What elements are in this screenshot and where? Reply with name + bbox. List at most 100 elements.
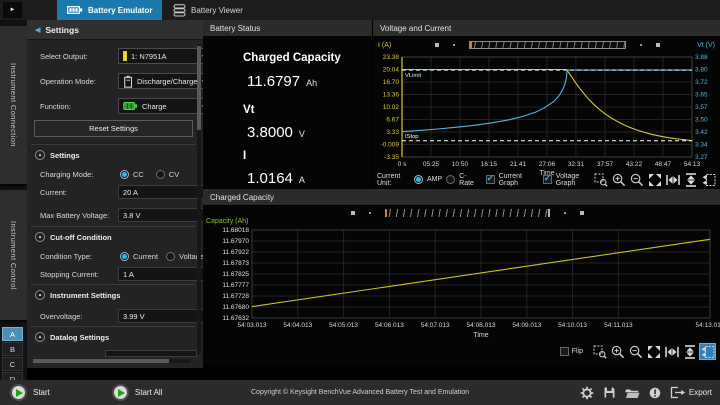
- rail-instrument-connection[interactable]: Instrument Connection: [0, 26, 27, 184]
- function-value: Charge: [142, 102, 167, 111]
- stopping-current-row: Stopping Current: 1 A: [40, 266, 197, 282]
- zoom-region-icon[interactable]: [592, 344, 607, 359]
- charged-capacity-title: Charged Capacity: [210, 193, 274, 202]
- copyright-text: Copyright © Keysight BenchVue Advanced B…: [251, 389, 469, 396]
- current-unit-label: Current Unit:: [377, 173, 410, 187]
- collapse-icon: ▴: [35, 150, 45, 160]
- channel-tab-a[interactable]: A: [2, 327, 23, 341]
- select-output-row: Select Output: 1: N7951A ▾: [40, 48, 197, 64]
- error-log-icon[interactable]: [649, 387, 661, 399]
- channel-tab-b[interactable]: B: [2, 342, 23, 356]
- left-rail: Instrument Connection Instrument Control…: [0, 20, 27, 380]
- svg-text:11.67680: 11.67680: [222, 304, 249, 311]
- flip-checkbox[interactable]: [560, 347, 569, 356]
- svg-text:54:13: 54:13: [684, 161, 701, 168]
- auto-track-icon[interactable]: [701, 172, 716, 187]
- current-graph-label: Current Graph: [499, 173, 536, 187]
- zoom-in-icon[interactable]: [611, 172, 626, 187]
- voltage-graph-checkbox[interactable]: [543, 175, 552, 184]
- reset-settings-button[interactable]: Reset Settings: [34, 120, 193, 137]
- vt-label: Vt: [243, 104, 255, 116]
- open-folder-icon[interactable]: [625, 387, 640, 399]
- section-settings[interactable]: ▴ Settings: [35, 150, 80, 160]
- auto-track-icon[interactable]: [700, 344, 715, 359]
- charged-capacity-chart[interactable]: 54:03.01354:04.01354:05.01354:06.01354:0…: [203, 226, 720, 344]
- cap-controls-row: Flip: [560, 344, 715, 359]
- fit-horizontal-icon[interactable]: [664, 344, 679, 359]
- settings-horizontal-scrollbar[interactable]: [33, 359, 191, 363]
- zoom-out-icon[interactable]: [628, 344, 643, 359]
- fit-horizontal-icon[interactable]: [665, 172, 680, 187]
- function-row: Function: Charge ▾: [40, 98, 197, 114]
- radio-voltage[interactable]: [166, 252, 175, 261]
- battery-icon: [67, 5, 83, 15]
- section-cutoff[interactable]: ▴ Cut-off Condition: [35, 232, 112, 242]
- radio-current[interactable]: [120, 252, 129, 261]
- expand-menu-button[interactable]: ►: [3, 2, 22, 18]
- svg-text:54:06.013: 54:06.013: [375, 322, 404, 329]
- output-color-icon: [123, 51, 127, 61]
- stopping-current-input[interactable]: 1 A: [118, 267, 203, 281]
- fit-all-icon[interactable]: [646, 344, 661, 359]
- radio-cv[interactable]: [156, 170, 165, 179]
- overvoltage-value: 3.99 V: [123, 312, 145, 321]
- vc-range-scrollbar[interactable]: [435, 41, 660, 49]
- rail-instrument-control[interactable]: Instrument Control: [0, 190, 27, 320]
- section-instrument[interactable]: ▴ Instrument Settings: [35, 290, 120, 300]
- radio-cc[interactable]: [120, 170, 129, 179]
- channel-tab-c[interactable]: C: [2, 357, 23, 371]
- svg-text:3.88: 3.88: [695, 54, 708, 61]
- svg-text:6.67: 6.67: [386, 117, 399, 124]
- section-instrument-title: Instrument Settings: [50, 291, 120, 300]
- svg-text:3.80: 3.80: [695, 67, 708, 74]
- fit-vertical-icon[interactable]: [682, 344, 697, 359]
- battery-emulator-app: ► Battery Emulator Battery Viewer Instru…: [0, 0, 720, 405]
- settings-panel-header[interactable]: ◀ Settings: [27, 20, 203, 40]
- vc-controls-row: Current Unit: AMP C-Rate Current Graph V…: [377, 172, 716, 187]
- fit-all-icon[interactable]: [647, 172, 662, 187]
- collapse-left-icon: ◀: [35, 26, 40, 34]
- max-battery-voltage-label: Max Battery Voltage:: [40, 211, 109, 220]
- select-output-dropdown[interactable]: 1: N7951A ▾: [118, 48, 203, 64]
- svg-text:11.67632: 11.67632: [222, 315, 249, 322]
- settings-vertical-scrollbar[interactable]: [197, 44, 201, 354]
- zoom-in-icon[interactable]: [610, 344, 625, 359]
- svg-text:54:07.013: 54:07.013: [421, 322, 450, 329]
- unit-v: V: [299, 129, 305, 139]
- radio-c-rate[interactable]: [446, 175, 455, 184]
- svg-text:11.67970: 11.67970: [222, 238, 249, 245]
- start-button[interactable]: Start: [10, 384, 50, 401]
- svg-text:13.36: 13.36: [383, 92, 400, 99]
- cap-range-scrollbar[interactable]: [351, 209, 584, 217]
- tab-battery-viewer-label: Battery Viewer: [191, 6, 243, 15]
- section-settings-title: Settings: [50, 151, 80, 160]
- save-icon[interactable]: [603, 386, 616, 399]
- play-icon: [10, 384, 27, 401]
- svg-text:05:25: 05:25: [423, 161, 440, 168]
- fit-vertical-icon[interactable]: [683, 172, 698, 187]
- function-dropdown[interactable]: Charge ▾: [118, 98, 203, 114]
- overvoltage-input[interactable]: 3.99 V: [118, 309, 203, 323]
- operation-mode-dropdown[interactable]: Discharge/Charge ▾: [118, 73, 203, 89]
- voltage-current-chart[interactable]: 0 s05:2510:5016:1521:4127:0632:3137:5743…: [374, 53, 719, 175]
- channel-tab-a-label: A: [10, 330, 15, 339]
- export-button[interactable]: Export: [670, 386, 712, 399]
- zoom-region-icon[interactable]: [593, 172, 608, 187]
- radio-amp[interactable]: [414, 175, 423, 184]
- current-input[interactable]: 20 A: [118, 185, 203, 199]
- tab-battery-emulator[interactable]: Battery Emulator: [57, 0, 162, 20]
- current-graph-checkbox[interactable]: [486, 175, 495, 184]
- max-battery-voltage-input[interactable]: 3.8 V: [118, 208, 203, 222]
- max-battery-voltage-row: Max Battery Voltage: 3.8 V: [40, 207, 197, 223]
- zoom-out-icon[interactable]: [629, 172, 644, 187]
- channel-tab-b-label: B: [10, 345, 15, 354]
- cap-range-window[interactable]: [385, 209, 550, 217]
- vc-range-window[interactable]: [469, 41, 626, 49]
- settings-gear-icon[interactable]: [580, 386, 594, 400]
- radio-current-label: Current: [133, 252, 158, 261]
- svg-text:11.67825: 11.67825: [222, 271, 249, 278]
- section-datalog[interactable]: ▴ Datalog Settings: [35, 332, 109, 342]
- tab-battery-viewer[interactable]: Battery Viewer: [163, 0, 253, 20]
- start-all-button[interactable]: Start All: [112, 384, 163, 401]
- svg-text:3.42: 3.42: [695, 129, 708, 136]
